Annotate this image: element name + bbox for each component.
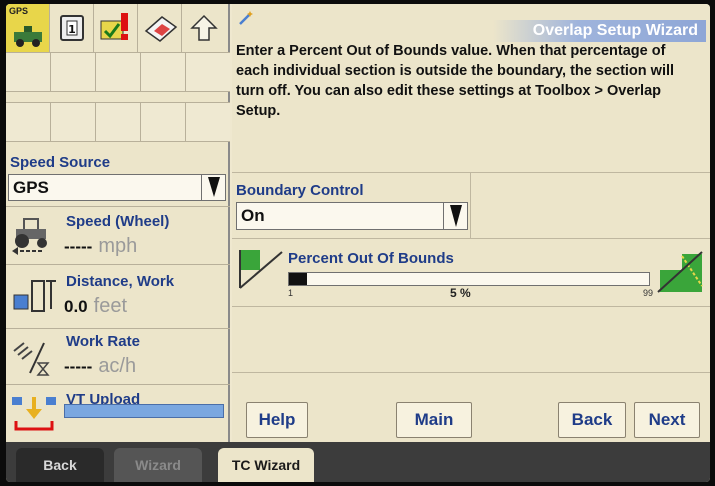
gps-antenna-icon (13, 26, 42, 47)
tab-tc-wizard[interactable]: TC Wizard (218, 448, 314, 482)
slider-max-label: 99 (643, 288, 654, 298)
section-divider (470, 172, 471, 238)
help-button[interactable]: Help (246, 402, 308, 438)
work-rate-readout: Work Rate ----- ac/h (6, 328, 230, 384)
work-rate-hourglass-icon (13, 342, 50, 376)
speed-value: ----- mph (64, 235, 138, 257)
main-button[interactable]: Main (396, 402, 472, 438)
slider-value: 5 % (450, 286, 471, 300)
soft-key-row-1 (6, 52, 230, 92)
next-button[interactable]: Next (634, 402, 700, 438)
screenshot-card-icon (144, 16, 177, 42)
section-divider (232, 172, 710, 173)
alarm-warning-icon (100, 13, 128, 40)
distance-label: Distance, Work (66, 273, 175, 290)
speed-source-dropdown[interactable]: GPS (8, 174, 226, 201)
soft-key-slot[interactable] (96, 103, 141, 141)
slider-min-label: 1 (288, 288, 294, 298)
gps-status-button[interactable]: GPS (6, 4, 50, 52)
speed-source-value: GPS (13, 178, 49, 197)
wizard-wand-icon (239, 11, 253, 25)
top-toolbar: GPS 1 (6, 4, 230, 52)
left-status-panel: GPS 1 Speed Source GPS Speed (Wheel) ---… (6, 4, 230, 442)
soft-key-slot[interactable] (186, 53, 230, 91)
tab-wizard[interactable]: Wizard (114, 448, 202, 482)
vt-upload-icon (12, 397, 56, 431)
back-button[interactable]: Back (558, 402, 626, 438)
wizard-panel: Overlap Setup Wizard Enter a Percent Out… (232, 4, 710, 442)
alarm-button[interactable] (94, 4, 138, 52)
work-rate-label: Work Rate (66, 333, 140, 350)
speed-label: Speed (Wheel) (66, 213, 170, 230)
distance-readout: Distance, Work 0.0 feet (6, 264, 230, 328)
percent-out-of-bounds-slider[interactable] (288, 272, 650, 286)
up-button[interactable] (182, 4, 226, 52)
soft-key-slot[interactable] (6, 103, 51, 141)
chevron-down-icon (201, 175, 225, 200)
chevron-down-icon (443, 203, 467, 229)
section-divider (232, 372, 710, 373)
soft-key-slot[interactable] (51, 103, 96, 141)
up-arrow-icon (190, 14, 218, 41)
bottom-tab-bar: Back Wizard TC Wizard (6, 442, 710, 482)
soft-key-slot[interactable] (186, 103, 230, 141)
soft-key-slot[interactable] (51, 53, 96, 91)
page-one-icon: 1 (59, 15, 84, 41)
section-divider (232, 238, 710, 239)
page-button[interactable]: 1 (50, 4, 94, 52)
section-outside-boundary-icon (657, 251, 703, 293)
soft-key-slot[interactable] (141, 103, 186, 141)
tab-back[interactable]: Back (16, 448, 104, 482)
speed-source-title: Speed Source (10, 154, 111, 171)
section-inside-boundary-icon (239, 250, 283, 289)
distance-flag-icon (13, 280, 56, 312)
percent-out-of-bounds-label: Percent Out Of Bounds (288, 250, 454, 267)
tractor-speed-icon (12, 218, 47, 255)
speed-readout: Speed (Wheel) ----- mph (6, 206, 230, 264)
section-divider (232, 306, 710, 307)
soft-key-row-2 (6, 102, 230, 142)
boundary-control-value: On (241, 206, 265, 225)
vt-upload-progress-bar (64, 404, 224, 418)
wizard-title: Overlap Setup Wizard (492, 20, 706, 42)
work-rate-value: ----- ac/h (64, 355, 137, 377)
soft-key-slot[interactable] (96, 53, 141, 91)
boundary-control-dropdown[interactable]: On (236, 202, 468, 230)
soft-key-slot[interactable] (141, 53, 186, 91)
gps-label: GPS (9, 6, 29, 16)
svg-text:1: 1 (68, 23, 76, 36)
distance-value: 0.0 feet (64, 295, 127, 317)
screenshot-button[interactable] (138, 4, 182, 52)
soft-key-slot[interactable] (6, 53, 51, 91)
slider-fill (289, 273, 307, 285)
boundary-control-label: Boundary Control (236, 182, 364, 199)
wizard-instructions: Enter a Percent Out of Bounds value. Whe… (236, 43, 675, 119)
display-screen: GPS 1 Speed Source GPS Speed (Wheel) ---… (6, 4, 710, 482)
